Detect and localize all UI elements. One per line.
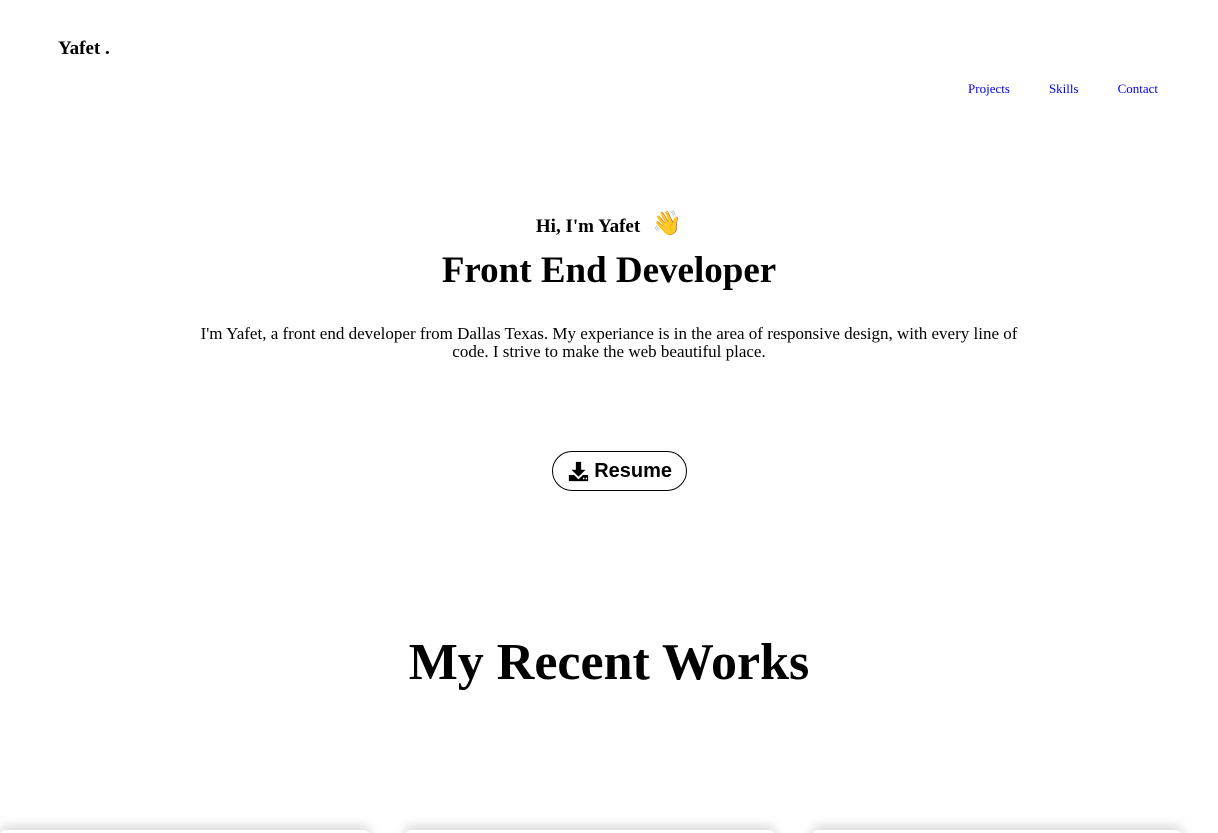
nav-link-projects[interactable]: Projects <box>968 81 1010 97</box>
hero-section: Hi, I'm Yafet 👋 Front End Developer I'm … <box>0 211 1218 362</box>
recent-works-heading: My Recent Works <box>408 634 810 691</box>
greeting-text: Hi, I'm Yafet <box>535 216 641 237</box>
nav-link-contact[interactable]: Contact <box>1118 81 1158 97</box>
resume-download-button[interactable]: Resume <box>552 451 687 491</box>
download-icon <box>569 461 589 481</box>
role-title: Front End Developer <box>441 250 777 291</box>
portfolio-page: Yafet . Projects Skills Contact Hi, I'm … <box>0 0 1218 833</box>
resume-label: Resume <box>594 459 672 482</box>
greeting: Hi, I'm Yafet 👋 <box>535 211 683 239</box>
waving-hand-icon: 👋 <box>652 211 683 237</box>
main-nav: Projects Skills Contact <box>968 81 1158 97</box>
brand-logo[interactable]: Yafet . <box>58 38 110 60</box>
intro-text: I'm Yafet, a front end developer from Da… <box>200 324 1018 362</box>
nav-link-skills[interactable]: Skills <box>1049 81 1079 97</box>
